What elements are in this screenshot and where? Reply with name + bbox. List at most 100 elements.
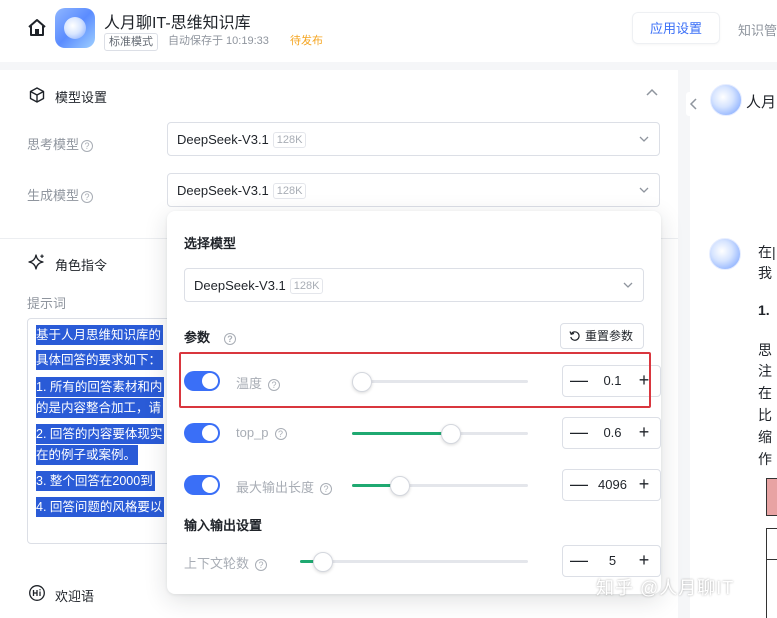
app-logo <box>55 8 95 48</box>
increment-button[interactable]: + <box>630 418 658 448</box>
help-icon[interactable]: ? <box>224 333 237 345</box>
decrement-button[interactable]: — <box>565 418 593 448</box>
chevron-up-icon[interactable] <box>645 86 659 100</box>
select-model-title: 选择模型 <box>184 236 237 251</box>
home-icon[interactable] <box>26 17 48 39</box>
help-icon[interactable]: ? <box>255 559 268 571</box>
increment-button[interactable]: + <box>630 546 658 576</box>
top-p-slider[interactable] <box>352 424 528 444</box>
model-settings-title: 模型设置 <box>55 90 108 105</box>
top-p-label-text: top_p <box>236 425 269 440</box>
param-row-context-rounds: 上下文轮数? — 5 + <box>184 545 661 577</box>
think-model-value: DeepSeek-V3.1 128K <box>177 132 307 148</box>
hi-icon <box>29 585 45 601</box>
preview-text-line: 在| <box>758 244 776 260</box>
prompt-line: 基于人月思维知识库的 <box>36 325 164 345</box>
prompt-textarea[interactable]: 基于人月思维知识库的 具体回答的要求如下： 1. 所有的回答素材和内 的是内容整… <box>27 318 175 544</box>
preview-text-line: 我 <box>758 265 772 281</box>
app-title: 人月聊IT-思维知识库 <box>104 15 251 32</box>
context-rounds-stepper[interactable]: — 5 + <box>562 545 661 577</box>
prompt-line: 1. 所有的回答素材和内 <box>36 377 165 397</box>
reset-params-label: 重置参数 <box>585 329 634 343</box>
help-icon[interactable]: ? <box>320 483 333 495</box>
prompt-line: 的是内容整合加工，请 <box>36 398 164 418</box>
max-tokens-value[interactable]: 4096 <box>593 470 632 500</box>
preview-table-cell <box>766 528 777 560</box>
help-icon[interactable]: ? <box>81 191 94 203</box>
welcome-title: 欢迎语 <box>55 589 95 604</box>
app-header: 人月聊IT-思维知识库 标准模式 自动保存于 10:19:33 待发布 应用设置… <box>0 0 777 62</box>
gen-model-value: DeepSeek-V3.1 128K <box>177 183 307 199</box>
watermark: 知乎 @人月聊IT <box>596 578 735 598</box>
annotation-highlight <box>179 352 651 408</box>
help-icon[interactable]: ? <box>81 140 94 152</box>
context-length-badge: 128K <box>289 278 324 294</box>
io-settings-title: 输入输出设置 <box>184 518 263 533</box>
max-tokens-stepper[interactable]: — 4096 + <box>562 469 661 501</box>
slider-handle[interactable] <box>312 552 333 572</box>
slider-handle[interactable] <box>389 476 410 496</box>
params-title-text: 参数 <box>184 330 211 345</box>
preview-text-line: 思 <box>758 342 772 358</box>
popover-model-value: DeepSeek-V3.1 128K <box>194 278 324 294</box>
gen-model-label-text: 生成模型 <box>27 188 80 203</box>
prompt-line: 4. 回答问题的风格要以 <box>36 497 165 517</box>
gen-model-name: DeepSeek-V3.1 <box>177 183 269 198</box>
tab-app-settings[interactable]: 应用设置 <box>632 12 720 44</box>
mode-badge: 标准模式 <box>104 33 158 51</box>
top-p-toggle[interactable] <box>184 423 220 443</box>
decrement-button[interactable]: — <box>565 546 593 576</box>
preview-text-line: 缩 <box>758 429 772 445</box>
increment-button[interactable]: + <box>630 470 658 500</box>
prompt-line: 3. 整个回答在2000到 <box>36 471 155 491</box>
max-tokens-toggle[interactable] <box>184 475 220 495</box>
context-rounds-value[interactable]: 5 <box>593 546 632 576</box>
slider-fill <box>352 432 451 435</box>
top-p-value[interactable]: 0.6 <box>593 418 632 448</box>
help-icon[interactable]: ? <box>274 428 287 440</box>
publish-status-badge: 待发布 <box>286 33 327 51</box>
decrement-button[interactable]: — <box>565 470 593 500</box>
context-rounds-label: 上下文轮数? <box>184 553 268 572</box>
bot-avatar <box>709 238 741 270</box>
chevron-down-icon <box>639 136 649 142</box>
reset-icon <box>569 331 580 341</box>
preview-table-cell <box>766 478 777 516</box>
prompt-line: 2. 回答的内容要体现实 <box>36 424 165 444</box>
role-instructions-title: 角色指令 <box>55 258 108 273</box>
prompt-label: 提示词 <box>27 296 67 311</box>
bot-name: 人月 <box>746 94 777 111</box>
autosave-status: 自动保存于 10:19:33 <box>164 33 273 51</box>
preview-text-line: 在 <box>758 385 772 401</box>
preview-text-line: 1. <box>758 302 770 318</box>
sparkle-icon <box>28 254 44 270</box>
preview-text-line: 作 <box>758 451 772 467</box>
chevron-down-icon <box>639 187 649 193</box>
context-length-badge: 128K <box>272 132 307 148</box>
chevron-left-icon[interactable] <box>686 92 702 116</box>
max-tokens-slider[interactable] <box>352 476 528 496</box>
max-tokens-label-text: 最大输出长度 <box>236 480 315 495</box>
think-model-label: 思考模型? <box>27 134 94 153</box>
think-model-select[interactable]: DeepSeek-V3.1 128K <box>167 122 660 156</box>
gen-model-select[interactable]: DeepSeek-V3.1 128K <box>167 173 660 207</box>
context-rounds-slider[interactable] <box>300 552 528 572</box>
max-tokens-label: 最大输出长度? <box>236 477 333 496</box>
chevron-down-icon <box>623 282 633 288</box>
popover-model-select[interactable]: DeepSeek-V3.1 128K <box>184 268 644 302</box>
cube-icon <box>29 87 45 103</box>
tab-knowledge[interactable]: 知识管 <box>738 20 777 39</box>
think-model-name: DeepSeek-V3.1 <box>177 132 269 147</box>
param-row-top-p: top_p? — 0.6 + <box>184 417 661 449</box>
top-p-stepper[interactable]: — 0.6 + <box>562 417 661 449</box>
context-length-badge: 128K <box>272 183 307 199</box>
slider-handle[interactable] <box>440 424 461 444</box>
reset-params-button[interactable]: 重置参数 <box>560 323 644 349</box>
popover-model-name: DeepSeek-V3.1 <box>194 278 286 293</box>
top-p-label: top_p? <box>236 425 287 440</box>
prompt-line: 在的例子或案例。 <box>36 445 139 465</box>
prompt-line: 具体回答的要求如下： <box>36 350 164 370</box>
param-row-max-tokens: 最大输出长度? — 4096 + <box>184 469 661 501</box>
context-rounds-label-text: 上下文轮数 <box>184 556 250 571</box>
bot-avatar <box>710 84 742 116</box>
